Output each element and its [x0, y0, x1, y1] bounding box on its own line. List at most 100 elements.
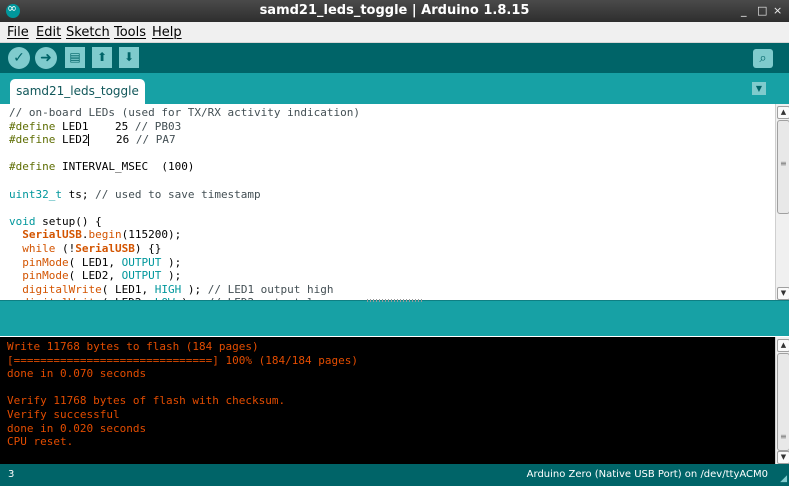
- code-token: );: [161, 255, 182, 269]
- menu-edit[interactable]: Edit: [36, 25, 61, 40]
- serial-monitor-button[interactable]: ⌕: [753, 49, 773, 68]
- console-line: [==============================] 100% (1…: [7, 353, 358, 367]
- tab-strip: samd21_leds_toggle ▼: [0, 73, 789, 104]
- menu-sketch[interactable]: Sketch: [66, 25, 110, 40]
- code-token: ) {}: [134, 241, 162, 255]
- grip-icon: ≡: [780, 432, 787, 441]
- code-token: ( LED1,: [68, 255, 122, 269]
- code-token: digitalWrite: [9, 282, 102, 296]
- code-line[interactable]: #define LED2 26 // PA7: [9, 133, 360, 147]
- code-token: begin: [88, 228, 122, 242]
- close-button[interactable]: ×: [773, 4, 782, 17]
- code-token: pinMode: [9, 255, 69, 269]
- tab-menu-button[interactable]: ▼: [752, 82, 766, 95]
- code-token: OUTPUT: [121, 269, 162, 283]
- menu-tools[interactable]: Tools: [114, 25, 146, 40]
- open-sketch-button[interactable]: ⬆: [92, 47, 112, 68]
- console-scrollbar[interactable]: ▲ ≡ ▼: [775, 337, 789, 464]
- code-token: // used to save timestamp: [95, 187, 261, 201]
- window-title: samd21_leds_toggle | Arduino 1.8.15: [259, 3, 530, 18]
- code-token: (115200);: [121, 228, 182, 242]
- code-token: #define: [9, 160, 56, 174]
- status-bar: 3 Arduino Zero (Native USB Port) on /dev…: [0, 464, 789, 486]
- arrow-up-icon: ⬆: [96, 50, 108, 64]
- message-area: [0, 300, 789, 336]
- code-token: LED2: [55, 133, 89, 147]
- code-token: // PA7: [135, 133, 176, 147]
- scroll-down-icon[interactable]: ▼: [777, 451, 789, 464]
- code-token: );: [181, 282, 208, 296]
- code-token: void: [9, 214, 36, 228]
- toolbar: ✓ ➜ ▤ ⬆ ⬇ ⌕: [0, 43, 789, 73]
- verify-button[interactable]: ✓: [8, 47, 30, 69]
- minimize-button[interactable]: _: [741, 4, 747, 17]
- code-line[interactable]: #define LED1 25 // PB03: [9, 120, 360, 134]
- code-token: SerialUSB: [22, 228, 82, 242]
- menu-file[interactable]: File: [7, 25, 29, 40]
- code-line[interactable]: [9, 201, 360, 215]
- code-token: OUTPUT: [121, 255, 162, 269]
- title-bar: samd21_leds_toggle | Arduino 1.8.15 _ □ …: [0, 0, 789, 22]
- check-icon: ✓: [13, 50, 25, 66]
- code-line[interactable]: // on-board LEDs (used for TX/RX activit…: [9, 106, 360, 120]
- code-token: HIGH: [154, 282, 182, 296]
- chevron-down-icon: ▼: [755, 84, 763, 93]
- code-token: #define: [9, 133, 56, 147]
- menu-bar: File Edit Sketch Tools Help: [0, 22, 789, 43]
- code-line[interactable]: digitalWrite( LED1, HIGH ); // LED1 outp…: [9, 283, 360, 297]
- code-token: ( LED1,: [101, 282, 155, 296]
- grip-icon: ≡: [780, 159, 787, 168]
- code-line[interactable]: [9, 147, 360, 161]
- code-line[interactable]: [9, 174, 360, 188]
- line-number: 3: [8, 469, 15, 480]
- maximize-button[interactable]: □: [757, 4, 767, 17]
- code-line[interactable]: pinMode( LED2, OUTPUT );: [9, 269, 360, 283]
- code-token: // PB03: [134, 119, 182, 133]
- console-line: CPU reset.: [7, 435, 74, 449]
- arrow-right-icon: ➜: [40, 50, 52, 66]
- code-token: LED1 25: [55, 119, 135, 133]
- menu-help[interactable]: Help: [152, 25, 182, 40]
- new-sketch-button[interactable]: ▤: [65, 47, 85, 68]
- document-icon: ▤: [69, 50, 81, 64]
- board-port-info: Arduino Zero (Native USB Port) on /dev/t…: [526, 469, 768, 480]
- resize-grip-icon[interactable]: ◢: [780, 474, 787, 484]
- console-line: Write 11768 bytes to flash (184 pages): [7, 340, 259, 353]
- code-token: ts;: [61, 187, 96, 201]
- code-text[interactable]: // on-board LEDs (used for TX/RX activit…: [9, 106, 360, 300]
- code-token: ( LED2,: [68, 269, 122, 283]
- code-token: 26: [89, 133, 136, 147]
- code-line[interactable]: void setup() {: [9, 215, 360, 229]
- console-line: Verify successful: [7, 407, 120, 421]
- code-line[interactable]: pinMode( LED1, OUTPUT );: [9, 256, 360, 270]
- scroll-up-icon[interactable]: ▲: [777, 106, 789, 119]
- console-line: done in 0.020 seconds: [7, 421, 147, 435]
- editor-scrollbar[interactable]: ▲ ≡ ▼: [775, 104, 789, 300]
- code-line[interactable]: #define INTERVAL_MSEC (100): [9, 160, 360, 174]
- splitter-handle[interactable]: [367, 299, 423, 302]
- upload-button[interactable]: ➜: [35, 47, 57, 69]
- console-output[interactable]: Write 11768 bytes to flash (184 pages) [=…: [0, 337, 775, 464]
- save-sketch-button[interactable]: ⬇: [119, 47, 139, 68]
- code-editor[interactable]: // on-board LEDs (used for TX/RX activit…: [0, 104, 775, 300]
- code-token: // LED1 output high: [207, 282, 334, 296]
- code-token: SerialUSB: [75, 241, 135, 255]
- magnifier-icon: ⌕: [759, 51, 767, 66]
- code-token: (!: [55, 241, 76, 255]
- code-token: #define: [9, 119, 56, 133]
- arrow-down-icon: ⬇: [123, 50, 135, 64]
- scroll-down-icon[interactable]: ▼: [777, 287, 789, 300]
- code-token: );: [161, 269, 182, 283]
- code-line[interactable]: uint32_t ts; // used to save timestamp: [9, 188, 360, 202]
- code-token: setup() {: [35, 214, 102, 228]
- console-text: Write 11768 bytes to flash (184 pages) [=…: [7, 340, 358, 449]
- code-token: uint32_t: [9, 187, 62, 201]
- code-token: // on-board LEDs (used for TX/RX activit…: [9, 106, 360, 119]
- scroll-up-icon[interactable]: ▲: [777, 339, 789, 352]
- tab-samd21-leds-toggle[interactable]: samd21_leds_toggle: [10, 79, 145, 104]
- console-line: Verify 11768 bytes of flash with checksu…: [7, 394, 286, 408]
- code-line[interactable]: while (!SerialUSB) {}: [9, 242, 360, 256]
- code-token: pinMode: [9, 269, 69, 283]
- code-line[interactable]: SerialUSB.begin(115200);: [9, 228, 360, 242]
